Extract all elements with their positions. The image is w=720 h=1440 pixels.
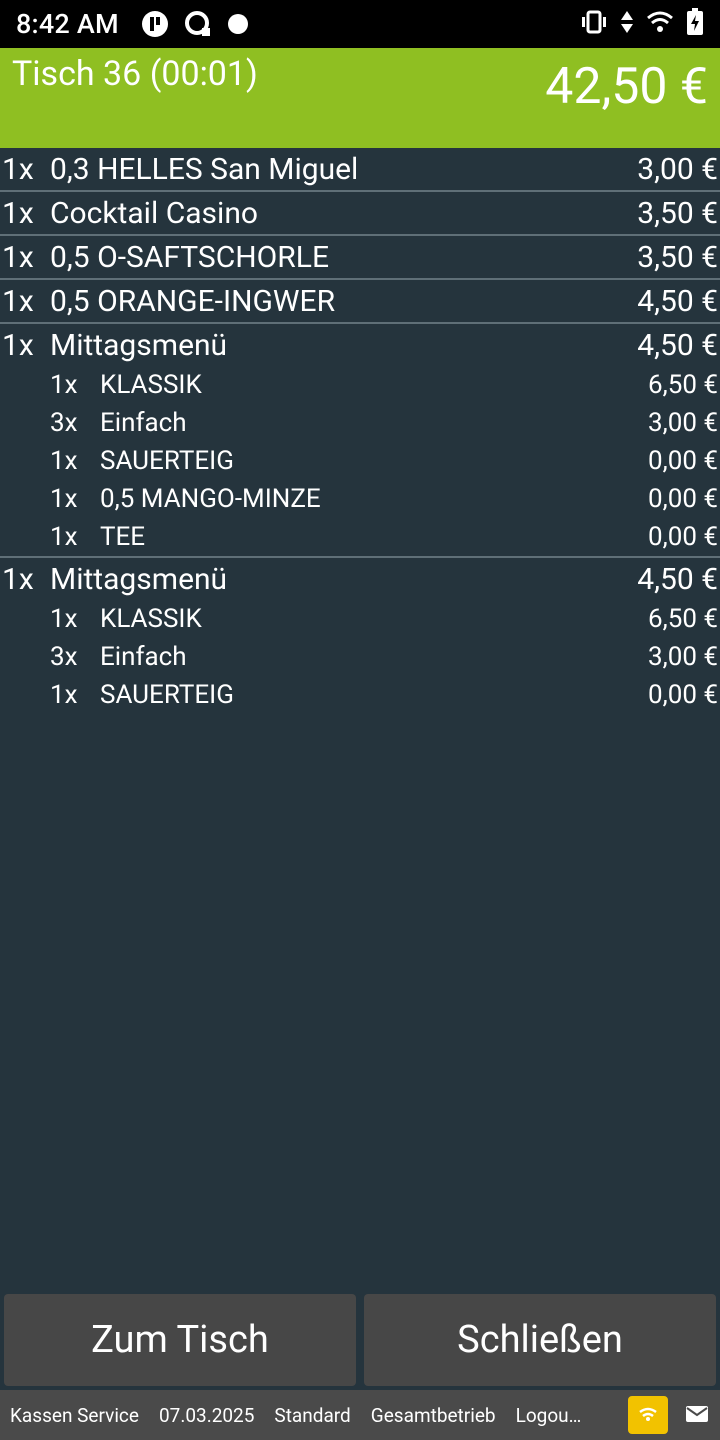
order-group: 1x Mittagsmenü 4,50 € 1x KLASSIK 6,50 € 3x Einf…	[0, 324, 720, 558]
order-total: 42,50 €	[545, 58, 708, 116]
order-qty: 1x	[2, 151, 34, 187]
order-subitem[interactable]: 1x SAUERTEIG 0,00 €	[0, 676, 720, 714]
subitem-qty: 3x	[50, 642, 78, 672]
order-qty: 1x	[2, 327, 34, 363]
logout-link[interactable]: Logou…	[516, 1404, 582, 1427]
order-name: Mittagsmenü	[50, 561, 228, 597]
order-name: 0,5 ORANGE-INGWER	[50, 283, 336, 319]
subitem-name: SAUERTEIG	[100, 446, 234, 476]
table-title: Tisch 36 (00:01)	[12, 54, 258, 94]
order-name: Cocktail Casino	[50, 195, 259, 231]
order-line[interactable]: 1x 0,5 ORANGE-INGWER 4,50 €	[0, 280, 720, 322]
subitem-qty: 1x	[50, 680, 78, 710]
status-time: 8:42 AM	[16, 8, 119, 40]
subitem-qty: 1x	[50, 484, 78, 514]
order-line[interactable]: 1x Cocktail Casino 3,50 €	[0, 192, 720, 234]
footer-bar: Kassen Service 07.03.2025 Standard Gesam…	[0, 1390, 720, 1440]
order-subitem[interactable]: 1x 0,5 MANGO-MINZE 0,00 €	[0, 480, 720, 518]
order-line[interactable]: 1x Mittagsmenü 4,50 €	[0, 324, 720, 366]
order-line[interactable]: 1x 0,3 HELLES San Miguel 3,00 €	[0, 148, 720, 190]
subitem-name: KLASSIK	[100, 370, 202, 400]
order-price: 3,00 €	[637, 151, 718, 187]
to-table-button[interactable]: Zum Tisch	[4, 1294, 356, 1386]
order-subitem[interactable]: 1x KLASSIK 6,50 €	[0, 600, 720, 638]
subitem-name: KLASSIK	[100, 604, 202, 634]
order-price: 3,50 €	[637, 195, 718, 231]
mail-button[interactable]	[684, 1402, 710, 1428]
order-subitem[interactable]: 3x Einfach 3,00 €	[0, 404, 720, 442]
wifi-icon	[646, 10, 674, 38]
order-subitem[interactable]: 1x KLASSIK 6,50 €	[0, 366, 720, 404]
wifi-icon	[637, 1404, 659, 1427]
order-price: 4,50 €	[637, 327, 718, 363]
subitem-qty: 3x	[50, 408, 78, 438]
subitem-price: 6,50 €	[647, 604, 718, 634]
order-qty: 1x	[2, 561, 34, 597]
order-subitem[interactable]: 3x Einfach 3,00 €	[0, 638, 720, 676]
order-group: 1x Cocktail Casino 3,50 €	[0, 192, 720, 236]
subitem-name: TEE	[100, 522, 146, 552]
footer-user: Kassen Service	[10, 1403, 139, 1427]
order-name: Mittagsmenü	[50, 327, 228, 363]
dot-icon	[227, 13, 249, 35]
subitem-name: 0,5 MANGO-MINZE	[100, 484, 321, 514]
wifi-status-button[interactable]	[628, 1396, 668, 1434]
footer-date: 07.03.2025	[158, 1403, 255, 1427]
mail-icon	[686, 1404, 708, 1427]
sync-icon	[183, 9, 213, 39]
footer-mode: Standard	[274, 1403, 351, 1427]
order-group: 1x 0,5 O-SAFTSCHORLE 3,50 €	[0, 236, 720, 280]
subitem-price: 6,50 €	[647, 370, 718, 400]
subitem-price: 3,00 €	[647, 642, 718, 672]
order-group: 1x 0,3 HELLES San Miguel 3,00 €	[0, 148, 720, 192]
order-group: 1x Mittagsmenü 4,50 € 1x KLASSIK 6,50 € 3x Einf…	[0, 558, 720, 714]
subitem-name: SAUERTEIG	[100, 680, 234, 710]
order-qty: 1x	[2, 239, 34, 275]
app-badge-icon	[141, 10, 169, 38]
subitem-name: Einfach	[100, 408, 187, 438]
subitem-name: Einfach	[100, 642, 187, 672]
order-name: 0,5 O-SAFTSCHORLE	[50, 239, 329, 275]
subitem-price: 0,00 €	[647, 446, 718, 476]
vibrate-icon	[580, 10, 608, 38]
order-qty: 1x	[2, 283, 34, 319]
order-price: 4,50 €	[637, 283, 718, 319]
subitem-qty: 1x	[50, 522, 78, 552]
order-group: 1x 0,5 ORANGE-INGWER 4,50 €	[0, 280, 720, 324]
subitem-qty: 1x	[50, 370, 78, 400]
subitem-qty: 1x	[50, 446, 78, 476]
order-subitem[interactable]: 1x SAUERTEIG 0,00 €	[0, 442, 720, 480]
close-button[interactable]: Schließen	[364, 1294, 716, 1386]
footer-area: Gesamtbetrieb	[370, 1403, 496, 1427]
order-list: 1x 0,3 HELLES San Miguel 3,00 € 1x Cocktail …	[0, 148, 720, 714]
subitem-price: 0,00 €	[647, 484, 718, 514]
order-price: 3,50 €	[637, 239, 718, 275]
status-bar: 8:42 AM	[0, 0, 720, 48]
order-line[interactable]: 1x 0,5 O-SAFTSCHORLE 3,50 €	[0, 236, 720, 278]
subitem-qty: 1x	[50, 604, 78, 634]
table-header: Tisch 36 (00:01) 42,50 €	[0, 48, 720, 148]
data-arrows-icon	[620, 10, 634, 38]
subitem-price: 0,00 €	[647, 522, 718, 552]
subitem-price: 0,00 €	[647, 680, 718, 710]
order-line[interactable]: 1x Mittagsmenü 4,50 €	[0, 558, 720, 600]
battery-charging-icon	[686, 8, 704, 40]
subitem-price: 3,00 €	[647, 408, 718, 438]
order-subitem[interactable]: 1x TEE 0,00 €	[0, 518, 720, 556]
order-qty: 1x	[2, 195, 34, 231]
order-name: 0,3 HELLES San Miguel	[50, 151, 359, 187]
order-price: 4,50 €	[637, 561, 718, 597]
